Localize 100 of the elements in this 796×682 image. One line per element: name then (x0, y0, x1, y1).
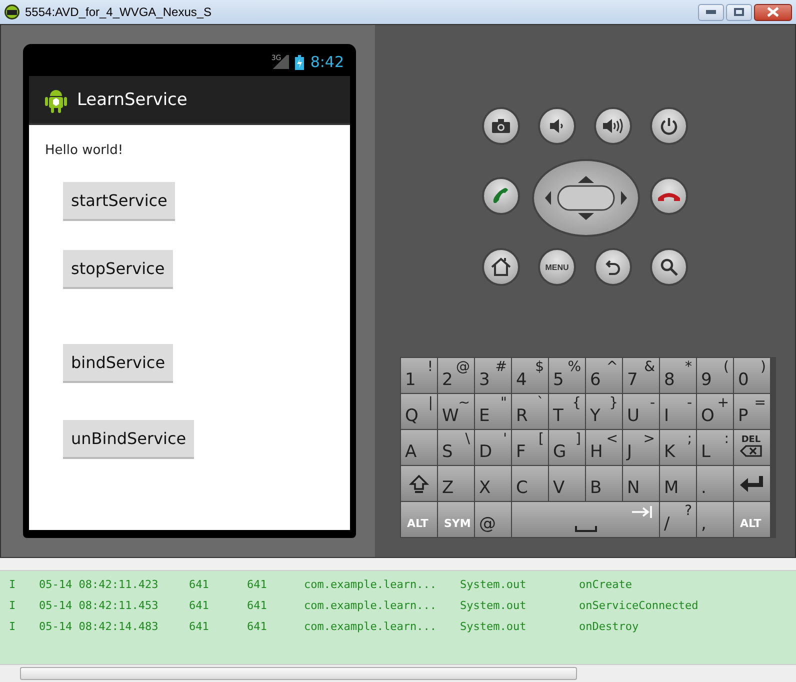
app-title: LearnService (77, 90, 188, 110)
table-cell-text: com.example.learn... (304, 599, 438, 612)
keyboard-key[interactable]: 8 * (660, 358, 696, 393)
phone-handset-icon (491, 186, 511, 206)
hardware-button[interactable] (650, 177, 688, 215)
close-button[interactable] (754, 4, 792, 20)
keyboard-key[interactable]: 2 @ (438, 358, 474, 393)
table-cell: onCreate (579, 578, 632, 591)
keyboard-key[interactable]: T { (549, 394, 585, 429)
hardware-button[interactable] (650, 248, 688, 286)
speaker-loud-icon (602, 118, 624, 134)
table-cell-text: System.out (460, 578, 528, 591)
table-cell-text: 641 (247, 620, 268, 633)
keyboard-key[interactable]: M (660, 466, 696, 501)
keyboard-key[interactable]: L : (697, 430, 733, 465)
keyboard-key[interactable]: N (623, 466, 659, 501)
keyboard-key[interactable]: W ~ (438, 394, 474, 429)
table-cell-text: 641 (247, 578, 268, 591)
keyboard-key[interactable]: S \ (438, 430, 474, 465)
keyboard-key[interactable]: K ; (660, 430, 696, 465)
table-cell-text: com.example.learn... (304, 620, 438, 633)
table-cell-text: 641 (189, 578, 210, 591)
keyboard-key[interactable]: 3 # (475, 358, 511, 393)
table-cell-text: I (8, 620, 17, 633)
battery-icon (295, 54, 304, 70)
keyboard-key[interactable]: 1 ! (401, 358, 437, 393)
hardware-button[interactable] (482, 248, 520, 286)
keyboard-key[interactable]: Y } (586, 394, 622, 429)
scrollbar-thumb[interactable] (20, 667, 577, 680)
table-cell-text: 641 (189, 599, 210, 612)
window-title: 5554:AVD_for_4_WVGA_Nexus_S (25, 5, 212, 19)
enter-key[interactable] (734, 466, 770, 501)
hardware-button[interactable] (650, 107, 688, 145)
keyboard-key[interactable]: @ (475, 502, 511, 537)
hardware-button[interactable] (538, 107, 576, 145)
maximize-icon (734, 8, 744, 16)
keyboard-key[interactable]: 6 ^ (586, 358, 622, 393)
keyboard-key[interactable]: C (512, 466, 548, 501)
keyboard-key[interactable]: P = (734, 394, 770, 429)
table-cell: onServiceConnected (579, 599, 698, 612)
keyboard-key[interactable]: V (549, 466, 585, 501)
keyboard-key[interactable]: D ' (475, 430, 511, 465)
keyboard-key[interactable]: U - (623, 394, 659, 429)
table-cell-text: System.out (460, 599, 528, 612)
keyboard-key[interactable]: I - (660, 394, 696, 429)
keyboard-key[interactable]: Q | (401, 394, 437, 429)
keyboard-key[interactable]: . (697, 466, 733, 501)
backspace-icon (740, 445, 762, 457)
enter-arrow-icon (739, 475, 765, 493)
camera-icon (492, 119, 510, 133)
maximize-button[interactable] (726, 4, 752, 20)
service-button[interactable]: startService (63, 182, 176, 221)
delete-key[interactable]: DEL (734, 430, 770, 465)
table-cell-text: 05-14 08:42:11.453 (39, 599, 160, 612)
keyboard-key[interactable]: , (697, 502, 733, 537)
hardware-button[interactable] (594, 248, 632, 286)
keyboard-key[interactable]: F [ (512, 430, 548, 465)
keyboard-key[interactable]: G ] (549, 430, 585, 465)
table-cell: onDestroy (579, 620, 639, 633)
keyboard-key[interactable]: O + (697, 394, 733, 429)
shift-key[interactable] (401, 466, 437, 501)
keyboard-key[interactable]: A (401, 430, 437, 465)
table-cell-text: I (8, 599, 17, 612)
minimize-icon (706, 10, 716, 14)
minimize-button[interactable] (698, 4, 724, 20)
table-cell-text: System.out (460, 620, 528, 633)
power-icon (660, 117, 678, 135)
keyboard-key[interactable]: H < (586, 430, 622, 465)
table-cell-text: I (8, 578, 17, 591)
keyboard-key[interactable]: B (586, 466, 622, 501)
speaker-icon (549, 118, 565, 134)
keyboard-key[interactable]: 7 & (623, 358, 659, 393)
shift-arrow-icon (409, 474, 429, 494)
keyboard-key[interactable]: / ? (660, 502, 696, 537)
table-cell-text: com.example.learn... (304, 578, 438, 591)
keyboard-key[interactable]: X (475, 466, 511, 501)
emulator-icon (4, 4, 20, 20)
clock: 8:42 (310, 53, 344, 71)
home-icon (490, 257, 512, 277)
tab-arrow-icon (631, 506, 653, 518)
keyboard-key[interactable]: 9 ( (697, 358, 733, 393)
back-icon (604, 258, 622, 276)
service-button[interactable]: bindService (63, 344, 174, 383)
hardware-button[interactable] (482, 177, 520, 215)
table-cell-text: 05-14 08:42:11.423 (39, 578, 160, 591)
service-button[interactable]: unBindService (63, 420, 194, 459)
hardware-button[interactable] (594, 107, 632, 145)
keyboard-key[interactable]: J > (623, 430, 659, 465)
keyboard-key[interactable]: 5 % (549, 358, 585, 393)
keyboard-key[interactable]: Z (438, 466, 474, 501)
keyboard-key[interactable]: R ` (512, 394, 548, 429)
hardware-button[interactable] (482, 107, 520, 145)
keyboard-key[interactable]: 0 ) (734, 358, 770, 393)
menu-button[interactable]: MENU (538, 248, 576, 286)
table-cell-text: 641 (189, 620, 210, 633)
keyboard-key[interactable]: 4 $ (512, 358, 548, 393)
greeting-text: Hello world! (45, 143, 124, 158)
service-button[interactable]: stopService (63, 250, 173, 289)
table-cell-text: 641 (247, 599, 268, 612)
keyboard-key[interactable]: E " (475, 394, 511, 429)
